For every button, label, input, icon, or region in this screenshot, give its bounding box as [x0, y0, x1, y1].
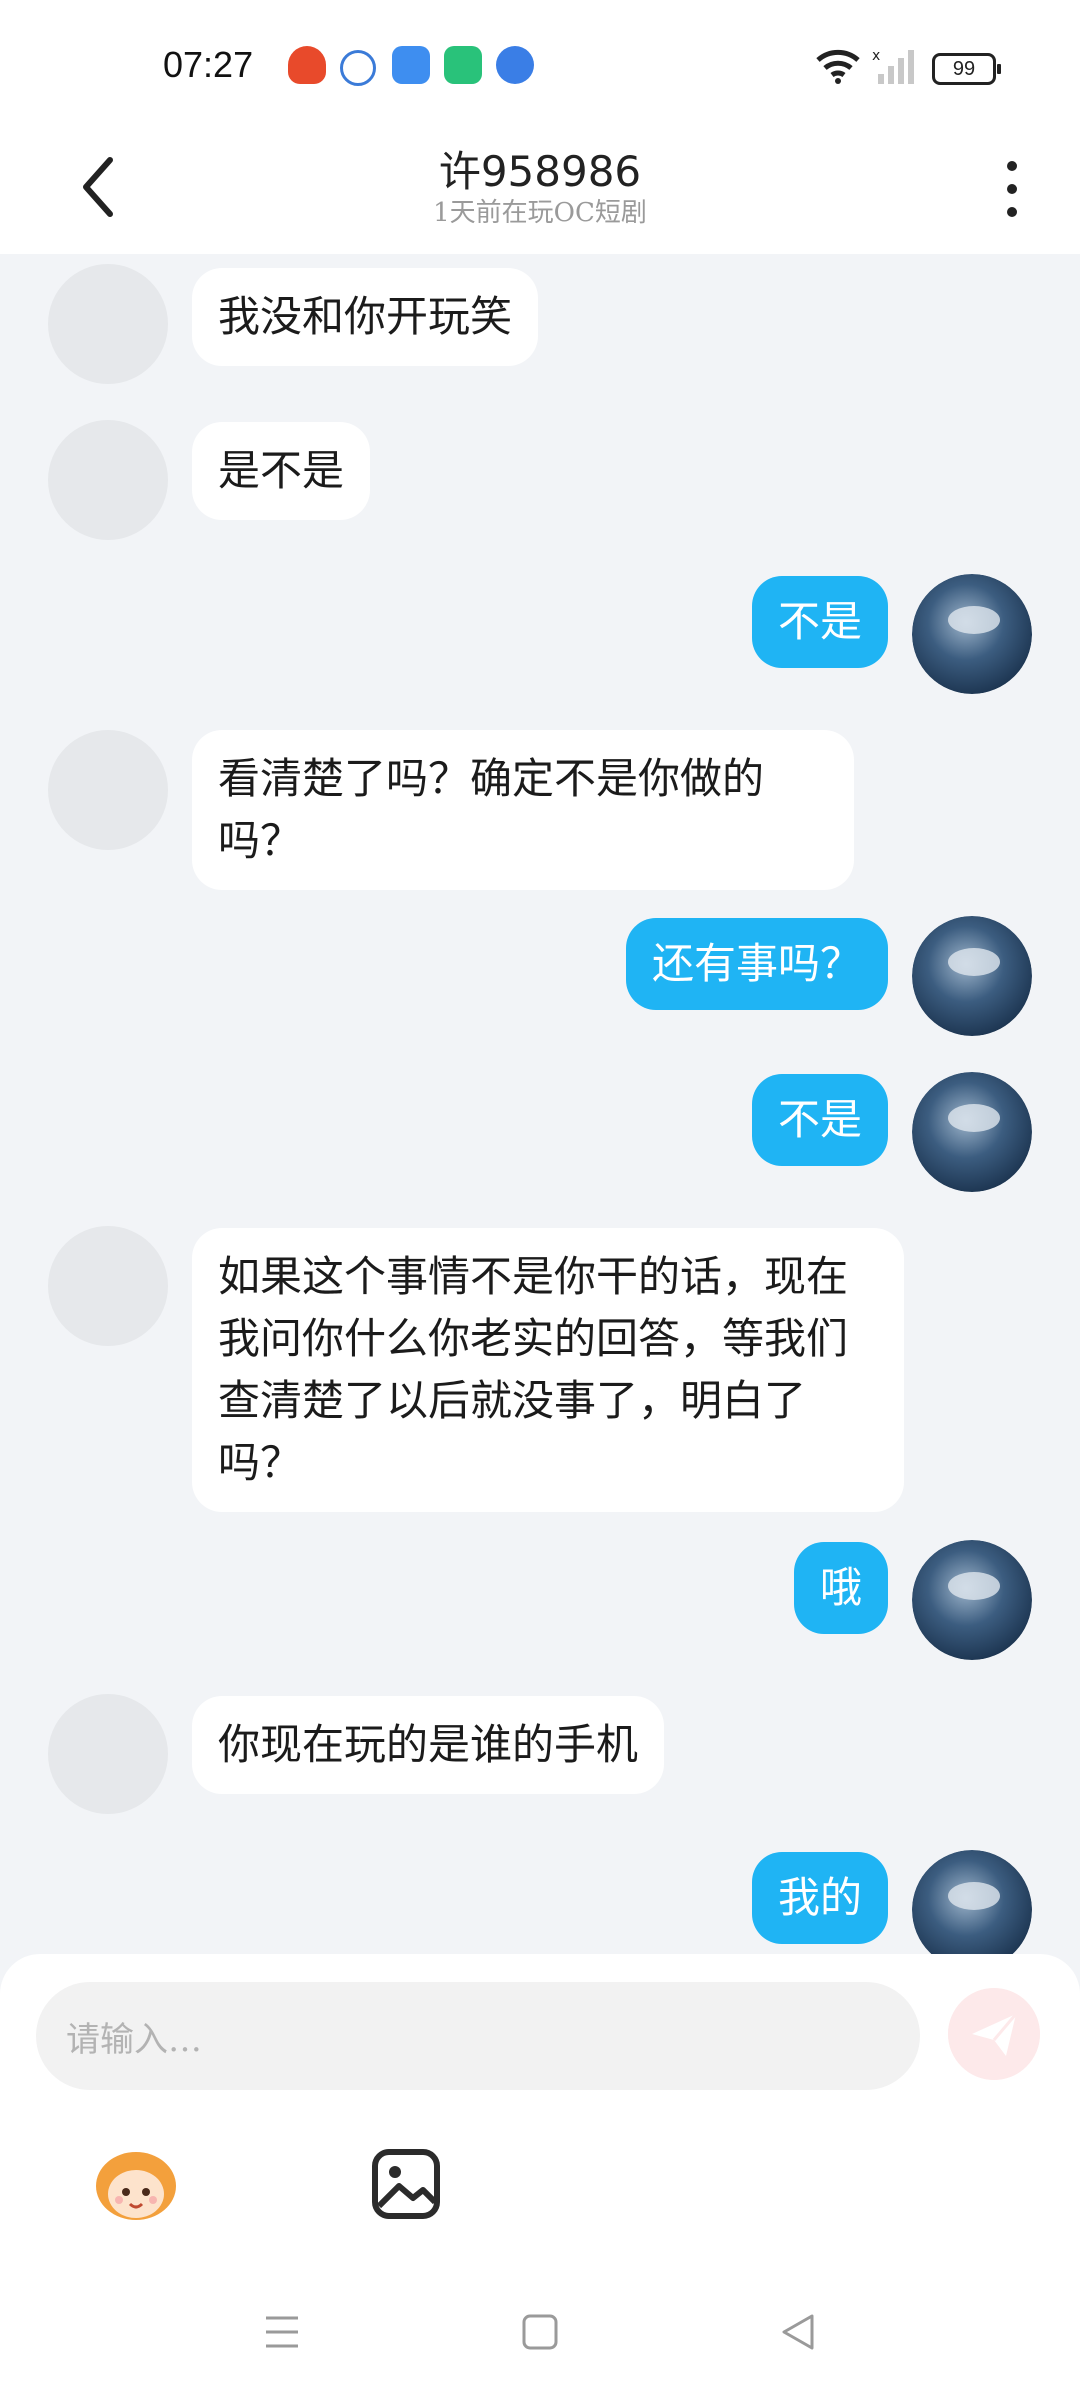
ifly-app-icon	[340, 50, 376, 86]
contact-avatar[interactable]	[48, 1694, 168, 1814]
chat-header: 许958986 1天前在玩OC短剧	[0, 130, 1080, 254]
menu-nav-icon[interactable]	[252, 2302, 312, 2362]
user-avatar[interactable]	[912, 574, 1032, 694]
contact-avatar[interactable]	[48, 730, 168, 850]
cellular-signal-icon: x	[872, 48, 914, 84]
message-bubble-outgoing[interactable]: 我的	[751, 1852, 888, 1944]
contact-status: 1天前在玩OC短剧	[433, 198, 647, 228]
message-bubble-incoming[interactable]: 你现在玩的是谁的手机	[192, 1696, 665, 1794]
image-picker-icon[interactable]	[355, 2134, 455, 2234]
wifi-icon	[816, 49, 860, 84]
home-nav-icon[interactable]	[510, 2302, 570, 2362]
message-bubble-incoming[interactable]: 我没和你开玩笑	[192, 268, 539, 366]
battery-indicator: 99	[932, 53, 1001, 85]
clock: 07:27	[163, 44, 254, 85]
more-options-icon[interactable]	[1000, 154, 1024, 224]
contact-name: 许958986	[438, 147, 642, 196]
composer-panel: 请输入…	[0, 1954, 1080, 2400]
message-bubble-outgoing[interactable]: 哦	[793, 1542, 888, 1634]
message-list[interactable]: 我没和你开玩笑 是不是 不是 看清楚了吗？确定不是你做的吗？ 还有事吗？ 不是 …	[0, 254, 1080, 1954]
contact-avatar[interactable]	[48, 264, 168, 384]
message-bubble-incoming[interactable]: 如果这个事情不是你干的话，现在我问你什么你老实的回答，等我们查清楚了以后就没事了…	[192, 1228, 904, 1512]
message-bubble-outgoing[interactable]: 不是	[751, 576, 888, 668]
svg-text:x: x	[872, 48, 880, 64]
message-input[interactable]: 请输入…	[36, 1982, 920, 2090]
user-avatar[interactable]	[912, 1850, 1032, 1954]
send-button[interactable]	[948, 1988, 1040, 2080]
character-emoji-icon[interactable]	[86, 2134, 186, 2234]
battery-app-icon	[444, 46, 482, 84]
message-bubble-incoming[interactable]: 看清楚了吗？确定不是你做的吗？	[192, 730, 854, 890]
contact-avatar[interactable]	[48, 1226, 168, 1346]
status-bar: 07:27 x 99	[0, 0, 1080, 130]
message-bubble-outgoing[interactable]: 不是	[751, 1074, 888, 1166]
message-input-placeholder: 请输入…	[66, 2020, 202, 2060]
user-avatar[interactable]	[912, 916, 1032, 1036]
alarm-app-icon	[288, 46, 326, 84]
user-avatar[interactable]	[912, 1072, 1032, 1192]
user-avatar[interactable]	[912, 1540, 1032, 1660]
message-bubble-outgoing[interactable]: 还有事吗？	[625, 918, 888, 1010]
message-bubble-incoming[interactable]: 是不是	[192, 422, 371, 520]
contact-avatar[interactable]	[48, 420, 168, 540]
back-nav-icon[interactable]	[768, 2302, 828, 2362]
weather-app-icon	[392, 46, 430, 84]
browser-app-icon	[496, 46, 534, 84]
